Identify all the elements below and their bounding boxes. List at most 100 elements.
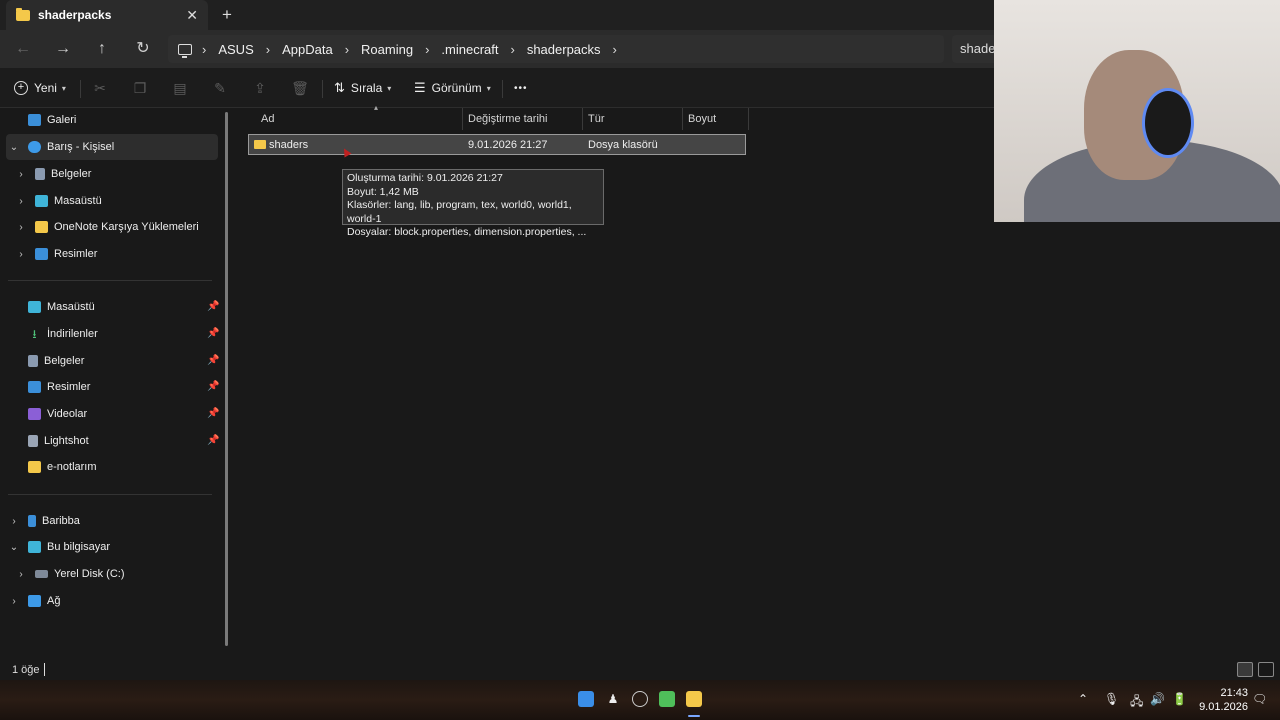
pin-icon[interactable]: 📌 xyxy=(207,381,219,392)
sidebar-item-personal[interactable]: ⌄ Barış - Kişisel xyxy=(8,135,114,159)
folder-icon xyxy=(28,461,41,473)
chevron-right-icon[interactable]: › xyxy=(15,249,27,260)
sidebar-item-desktop[interactable]: › Masaüstü xyxy=(15,189,102,213)
chevron-right-icon[interactable]: › xyxy=(15,569,27,580)
pin-icon[interactable]: 📌 xyxy=(207,355,219,366)
close-tab-button[interactable]: ✕ xyxy=(186,7,198,24)
address-bar[interactable]: › ASUS › AppData › Roaming › .minecraft … xyxy=(168,35,944,63)
explorer-tab[interactable]: shaderpacks ✕ xyxy=(6,0,208,30)
new-tab-button[interactable]: + xyxy=(218,4,236,26)
tooltip-files: Dosyalar: block.properties, dimension.pr… xyxy=(347,226,587,238)
refresh-button[interactable]: ↻ xyxy=(132,38,154,60)
pin-icon[interactable]: 📌 xyxy=(207,328,219,339)
quick-access-documents[interactable]: Belgeler xyxy=(8,349,84,373)
sidebar-item-label: Ağ xyxy=(47,595,61,607)
notification-icon[interactable]: 🗨 xyxy=(1252,692,1267,706)
tiles-view-button[interactable] xyxy=(1258,662,1274,677)
breadcrumb-separator: › xyxy=(612,41,617,57)
quick-access-lightshot[interactable]: Lightshot xyxy=(8,429,89,453)
minecraft-launcher-icon[interactable] xyxy=(659,691,675,707)
pin-icon[interactable]: 📌 xyxy=(207,301,219,312)
breadcrumb-separator: › xyxy=(202,41,207,57)
copy-icon[interactable]: ❐ xyxy=(131,79,149,97)
volume-icon[interactable]: 🔊 xyxy=(1150,692,1165,706)
chevron-right-icon[interactable]: › xyxy=(8,516,20,527)
chevron-right-icon[interactable]: › xyxy=(15,169,27,180)
network-icon xyxy=(28,595,41,607)
sidebar-scrollbar[interactable] xyxy=(225,112,228,646)
sidebar-item-baribba[interactable]: › Baribba xyxy=(8,509,80,533)
table-row[interactable]: shaders 9.01.2026 21:27 Dosya klasörü xyxy=(248,134,746,155)
column-label: Boyut xyxy=(688,113,717,125)
sidebar-item-local-disk[interactable]: › Yerel Disk (C:) xyxy=(15,562,124,586)
column-header-name[interactable]: Ad ▴ xyxy=(256,103,463,130)
sidebar-item-gallery[interactable]: Galeri xyxy=(8,108,76,132)
cut-icon[interactable]: ✂ xyxy=(91,79,109,97)
view-button[interactable]: ☰ Görünüm ▾ xyxy=(414,78,491,98)
status-bar: 1 öğe xyxy=(0,660,1280,680)
breadcrumb-minecraft[interactable]: .minecraft xyxy=(441,42,498,57)
forward-button[interactable]: → xyxy=(52,38,74,60)
item-count: 1 öğe xyxy=(12,664,40,676)
quick-access-notes[interactable]: e-notlarım xyxy=(8,455,97,479)
new-button[interactable]: + Yeni ▾ xyxy=(14,78,66,98)
toolbar-divider xyxy=(80,80,81,98)
circle-app-icon[interactable] xyxy=(632,691,648,707)
chevron-right-icon[interactable]: › xyxy=(8,596,20,607)
sidebar-item-label: Masaüstü xyxy=(47,301,95,313)
pin-icon[interactable]: 📌 xyxy=(207,408,219,419)
battery-icon[interactable]: 🔋 xyxy=(1172,692,1187,706)
system-clock[interactable]: 21:43 9.01.2026 xyxy=(1196,686,1248,714)
pin-icon[interactable]: 📌 xyxy=(207,435,219,446)
sort-icon: ⇅ xyxy=(334,80,345,95)
sidebar-item-label: Resimler xyxy=(47,381,91,393)
chevron-right-icon[interactable]: › xyxy=(15,196,27,207)
chevron-up-icon[interactable]: ⌃ xyxy=(1078,692,1088,706)
column-label: Değiştirme tarihi xyxy=(468,113,548,125)
quick-access-downloads[interactable]: ⭳ İndirilenler xyxy=(8,322,98,346)
sidebar-item-network[interactable]: › Ağ xyxy=(8,589,60,613)
document-icon xyxy=(35,168,45,180)
sidebar-item-onenote[interactable]: › OneNote Karşıya Yüklemeleri xyxy=(15,215,199,239)
sort-button[interactable]: ⇅ Sırala ▾ xyxy=(334,78,391,98)
taskbar: ♟ ⌃ 🎙 🖧 🔊 🔋 21:43 9.01.2026 🗨 xyxy=(0,680,1280,720)
chevron-down-icon: ▾ xyxy=(387,83,392,93)
sidebar-item-pictures[interactable]: › Resimler xyxy=(15,242,97,266)
column-header-size[interactable]: Boyut xyxy=(683,108,749,130)
sidebar-item-this-pc[interactable]: ⌄ Bu bilgisayar xyxy=(8,535,110,559)
network-icon[interactable]: 🖧 xyxy=(1130,692,1143,713)
windows-start-icon[interactable] xyxy=(578,691,594,707)
column-header-modified[interactable]: Değiştirme tarihi xyxy=(463,108,583,130)
chevron-down-icon[interactable]: ⌄ xyxy=(8,542,20,553)
breadcrumb-roaming[interactable]: Roaming xyxy=(361,42,413,57)
chevron-down-icon[interactable]: ⌄ xyxy=(8,142,20,153)
back-button[interactable]: ← xyxy=(12,38,34,60)
active-app-indicator xyxy=(688,715,700,717)
up-button[interactable]: ↑ xyxy=(91,38,113,60)
rename-icon[interactable]: ✎ xyxy=(211,79,229,97)
breadcrumb-shaderpacks[interactable]: shaderpacks xyxy=(527,42,601,57)
sidebar-item-label: Baribba xyxy=(42,515,80,527)
people-icon[interactable]: ♟ xyxy=(605,691,621,707)
quick-access-videos[interactable]: Videolar xyxy=(8,402,87,426)
sidebar-item-label: Lightshot xyxy=(44,435,89,447)
quick-access-pictures[interactable]: Resimler xyxy=(8,375,90,399)
breadcrumb-appdata[interactable]: AppData xyxy=(282,42,333,57)
sidebar-item-label: İndirilenler xyxy=(47,328,98,340)
tab-title: shaderpacks xyxy=(38,8,112,22)
breadcrumb-asus[interactable]: ASUS xyxy=(218,42,253,57)
chevron-right-icon[interactable]: › xyxy=(15,222,27,233)
delete-icon[interactable]: 🗑 xyxy=(291,79,309,97)
paste-icon[interactable]: ▤ xyxy=(171,79,189,97)
more-options-button[interactable]: ••• xyxy=(514,78,528,98)
details-view-button[interactable] xyxy=(1237,662,1253,677)
download-icon: ⭳ xyxy=(32,327,37,341)
column-header-type[interactable]: Tür xyxy=(583,108,683,130)
sidebar-item-label: Bu bilgisayar xyxy=(47,541,110,553)
file-explorer-icon[interactable] xyxy=(686,691,702,707)
sidebar-item-documents[interactable]: › Belgeler xyxy=(15,162,91,186)
microphone-icon[interactable]: 🎙 xyxy=(1104,692,1119,706)
share-icon[interactable]: ⇪ xyxy=(251,79,269,97)
breadcrumb-separator: › xyxy=(510,41,515,57)
quick-access-desktop[interactable]: Masaüstü xyxy=(8,295,95,319)
